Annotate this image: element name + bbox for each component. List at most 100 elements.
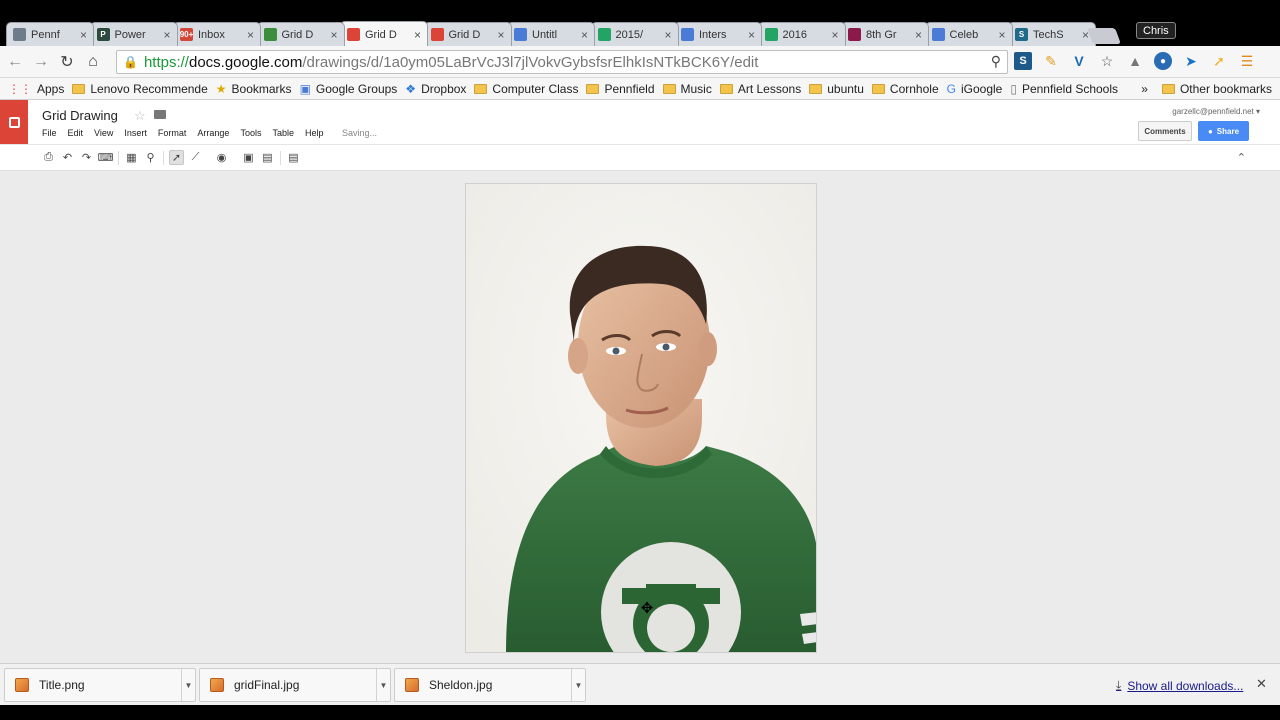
zoom-fit-icon[interactable]: ▦ [124,150,139,165]
profile-button[interactable]: Chris [1136,22,1176,39]
comments-button[interactable]: Comments [1138,121,1192,141]
tab-close-icon[interactable]: × [330,28,337,42]
browser-tab[interactable]: S TechS × [1008,22,1096,46]
menu-edit[interactable]: Edit [68,128,84,138]
bookmark-item[interactable]: ★ Bookmarks [216,82,292,96]
browser-tab[interactable]: 90+ Inbox × [173,22,261,46]
comment-icon[interactable]: ▤ [286,150,301,165]
bookmark-item[interactable]: Cornhole [871,82,939,96]
drawings-logo-icon[interactable] [0,100,28,144]
bookmark-item[interactable]: ubuntu [809,82,864,96]
shape-tool-icon[interactable]: ◉ [214,150,229,165]
browser-tab[interactable]: Untitl × [507,22,595,46]
tab-close-icon[interactable]: × [664,28,671,42]
image-icon[interactable]: ▤ [260,150,275,165]
tab-close-icon[interactable]: × [748,28,755,42]
tab-close-icon[interactable]: × [998,28,1005,42]
circle-extension-icon[interactable]: ● [1154,52,1172,70]
redo-icon[interactable]: ↷ [79,150,94,165]
download-item[interactable]: Title.png ▼ [4,668,196,702]
browser-tab[interactable]: Grid D × [423,22,512,46]
menu-file[interactable]: File [42,128,57,138]
reload-icon[interactable]: ↻ [56,51,78,73]
browser-tab[interactable]: 2015/ × [590,22,679,46]
other-bookmarks[interactable]: Other bookmarks [1161,82,1272,96]
apps-icon: ⋮⋮ [8,81,32,96]
tab-close-icon[interactable]: × [163,28,170,42]
bookmark-item[interactable]: ▯ Pennfield Schools [1010,82,1118,96]
folder-icon[interactable] [154,110,166,119]
bookmarks-overflow-button[interactable]: » [1141,82,1148,96]
tree-extension-icon[interactable]: ▲ [1126,52,1144,70]
tab-close-icon[interactable]: × [581,28,588,42]
collapse-chevron-icon[interactable]: ⌃ [1237,151,1246,164]
menu-help[interactable]: Help [305,128,324,138]
search-icon[interactable]: ⚲ [991,53,1001,70]
menu-bar: File Edit View Insert Format Arrange Tools Tabl… [42,128,335,138]
bookmark-item[interactable]: Computer Class [474,82,578,96]
bookmark-item[interactable]: GiGoogle [947,82,1003,96]
tab-close-icon[interactable]: × [497,28,504,42]
star-icon[interactable]: ☆ [134,108,146,124]
bookmark-item[interactable]: Art Lessons [719,82,801,96]
highlighter-icon[interactable]: ➚ [1210,52,1228,70]
menu-arrange[interactable]: Arrange [197,128,229,138]
bookmark-item[interactable]: ⋮⋮ Apps [8,82,64,96]
back-icon[interactable]: ← [4,51,26,73]
show-all-downloads-link[interactable]: ⤓ Show all downloads... [1116,678,1243,693]
bookmark-item[interactable]: Music [662,82,712,96]
browser-tab[interactable]: Grid D × [340,21,428,47]
close-icon[interactable]: ✕ [1256,676,1267,692]
drawing-canvas[interactable] [0,171,1280,663]
tab-close-icon[interactable]: × [247,28,254,42]
zoom-icon[interactable]: ⚲ [143,150,158,165]
menu-format[interactable]: Format [158,128,187,138]
share-button[interactable]: ● Share [1198,121,1249,141]
browser-tab[interactable]: 8th Gr × [841,22,929,46]
menu-tools[interactable]: Tools [240,128,261,138]
browser-tab[interactable]: Pennf × [6,22,94,46]
paint-format-icon[interactable]: ⌨ [98,150,114,165]
line-tool-icon[interactable]: ⟋ [188,150,203,165]
s-extension-icon[interactable]: S [1014,52,1032,70]
megaphone-icon[interactable]: ➤ [1182,52,1200,70]
menu-icon[interactable]: ☰ [1238,52,1256,70]
bookmark-star-icon[interactable]: ☆ [1098,52,1116,70]
v-extension-icon[interactable]: V [1070,52,1088,70]
menu-insert[interactable]: Insert [124,128,147,138]
menu-table[interactable]: Table [272,128,294,138]
browser-tab[interactable]: P Power × [89,22,178,46]
forward-icon[interactable]: → [30,51,52,73]
bookmark-item[interactable]: Lenovo Recommende [72,82,208,96]
print-icon[interactable]: ⎙ [41,150,56,165]
text-box-icon[interactable]: ▣ [241,150,256,165]
portrait-image[interactable] [466,184,817,653]
download-item[interactable]: gridFinal.jpg ▼ [199,668,391,702]
tab-close-icon[interactable]: × [831,28,838,42]
tab-close-icon[interactable]: × [915,28,922,42]
tab-close-icon[interactable]: × [80,28,87,42]
tab-close-icon[interactable]: × [414,28,421,42]
drawing-page[interactable] [465,183,817,653]
menu-view[interactable]: View [94,128,113,138]
select-arrow-icon[interactable]: ➚ [169,150,184,165]
bookmark-item[interactable]: Pennfield [586,82,655,96]
browser-tab[interactable]: Celeb × [924,22,1013,46]
browser-tab[interactable]: Inters × [674,22,762,46]
undo-icon[interactable]: ↶ [60,150,75,165]
browser-tab[interactable]: Grid D × [256,22,345,46]
bookmark-item[interactable]: ▣ Google Groups [300,82,398,96]
account-email[interactable]: garzellc@pennfield.net ▾ [1172,107,1260,116]
new-tab-button[interactable] [1087,28,1121,44]
browser-tab[interactable]: 2016 × [757,22,846,46]
dropbox-icon: ❖ [405,81,417,96]
download-item[interactable]: Sheldon.jpg ▼ [394,668,586,702]
bookmark-item[interactable]: ❖ Dropbox [405,82,466,96]
address-bar[interactable]: 🔒 https://docs.google.com/drawings/d/1a0… [116,50,1008,74]
download-menu-arrow-icon[interactable]: ▼ [571,669,585,701]
download-menu-arrow-icon[interactable]: ▼ [376,669,390,701]
home-icon[interactable]: ⌂ [82,51,104,73]
download-menu-arrow-icon[interactable]: ▼ [181,669,195,701]
document-title[interactable]: Grid Drawing [42,108,118,123]
pencil-icon[interactable]: ✎ [1042,52,1060,70]
